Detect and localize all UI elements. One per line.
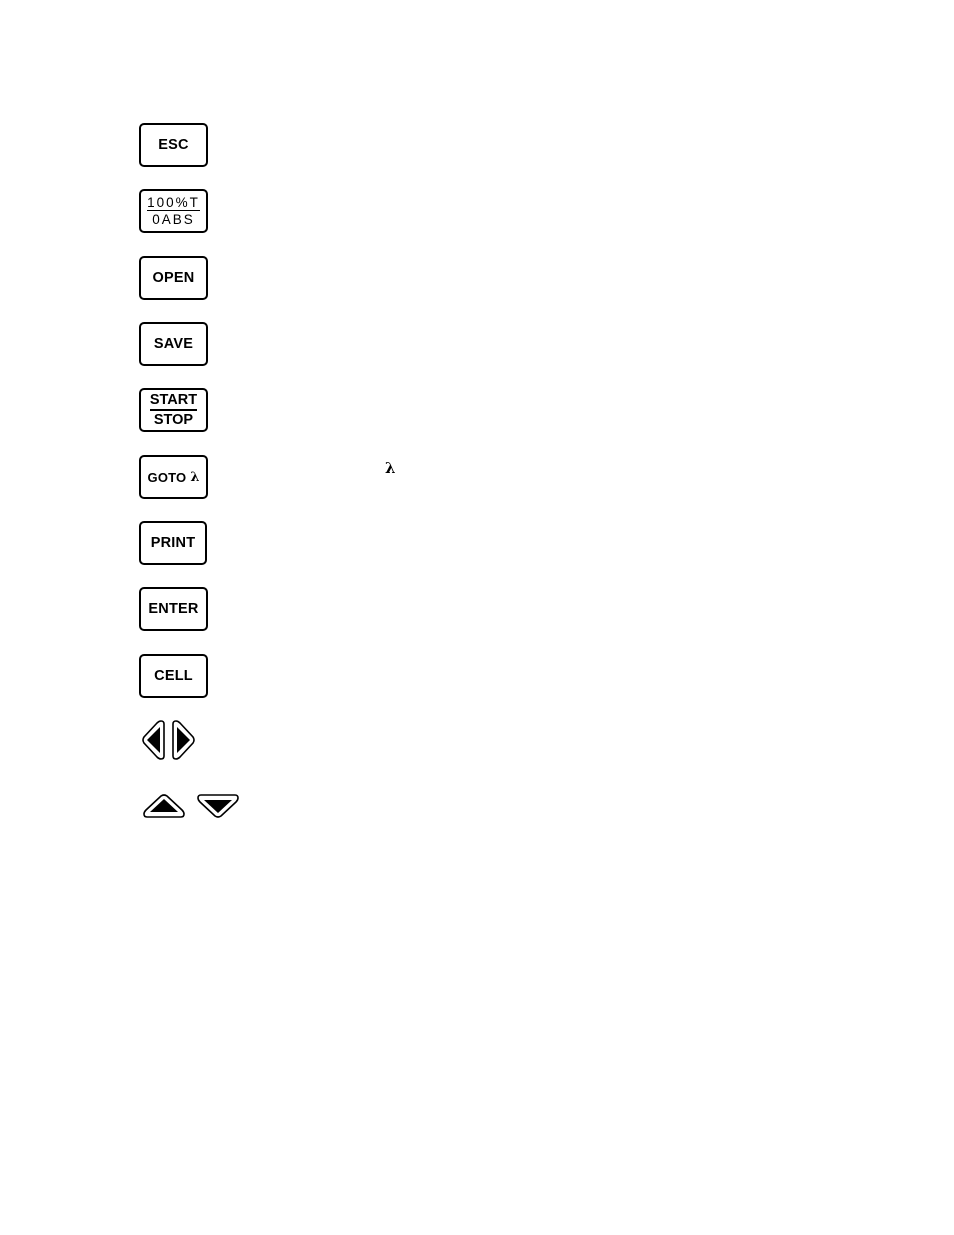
- left-arrow-key[interactable]: [141, 719, 166, 761]
- print-key[interactable]: PRINT: [139, 521, 207, 565]
- enter-key[interactable]: ENTER: [139, 587, 208, 631]
- enter-key-label: ENTER: [148, 601, 199, 617]
- save-key[interactable]: SAVE: [139, 322, 208, 366]
- goto-key-label: GOTO: [147, 469, 187, 485]
- cell-key-label: CELL: [154, 668, 193, 684]
- 0abs-label: 0ABS: [152, 212, 195, 227]
- start-stop-key[interactable]: START STOP: [139, 388, 208, 432]
- lambda-icon: λ: [190, 469, 200, 485]
- 100t-label: 100%T: [147, 194, 200, 211]
- cell-key[interactable]: CELL: [139, 654, 208, 698]
- open-key[interactable]: OPEN: [139, 256, 208, 300]
- 100t-0abs-key[interactable]: 100%T 0ABS: [139, 189, 208, 233]
- lambda-symbol-text: λ: [385, 459, 396, 477]
- stop-label: STOP: [153, 411, 194, 428]
- down-arrow-key[interactable]: [196, 793, 240, 819]
- print-key-label: PRINT: [150, 535, 196, 551]
- save-key-label: SAVE: [153, 336, 194, 352]
- esc-key-label: ESC: [158, 137, 189, 153]
- goto-lambda-key[interactable]: GOTO λ: [139, 455, 208, 499]
- esc-key[interactable]: ESC: [139, 123, 208, 167]
- start-label: START: [149, 393, 198, 411]
- open-key-label: OPEN: [152, 270, 195, 286]
- up-arrow-key[interactable]: [142, 793, 186, 819]
- right-arrow-key[interactable]: [171, 719, 196, 761]
